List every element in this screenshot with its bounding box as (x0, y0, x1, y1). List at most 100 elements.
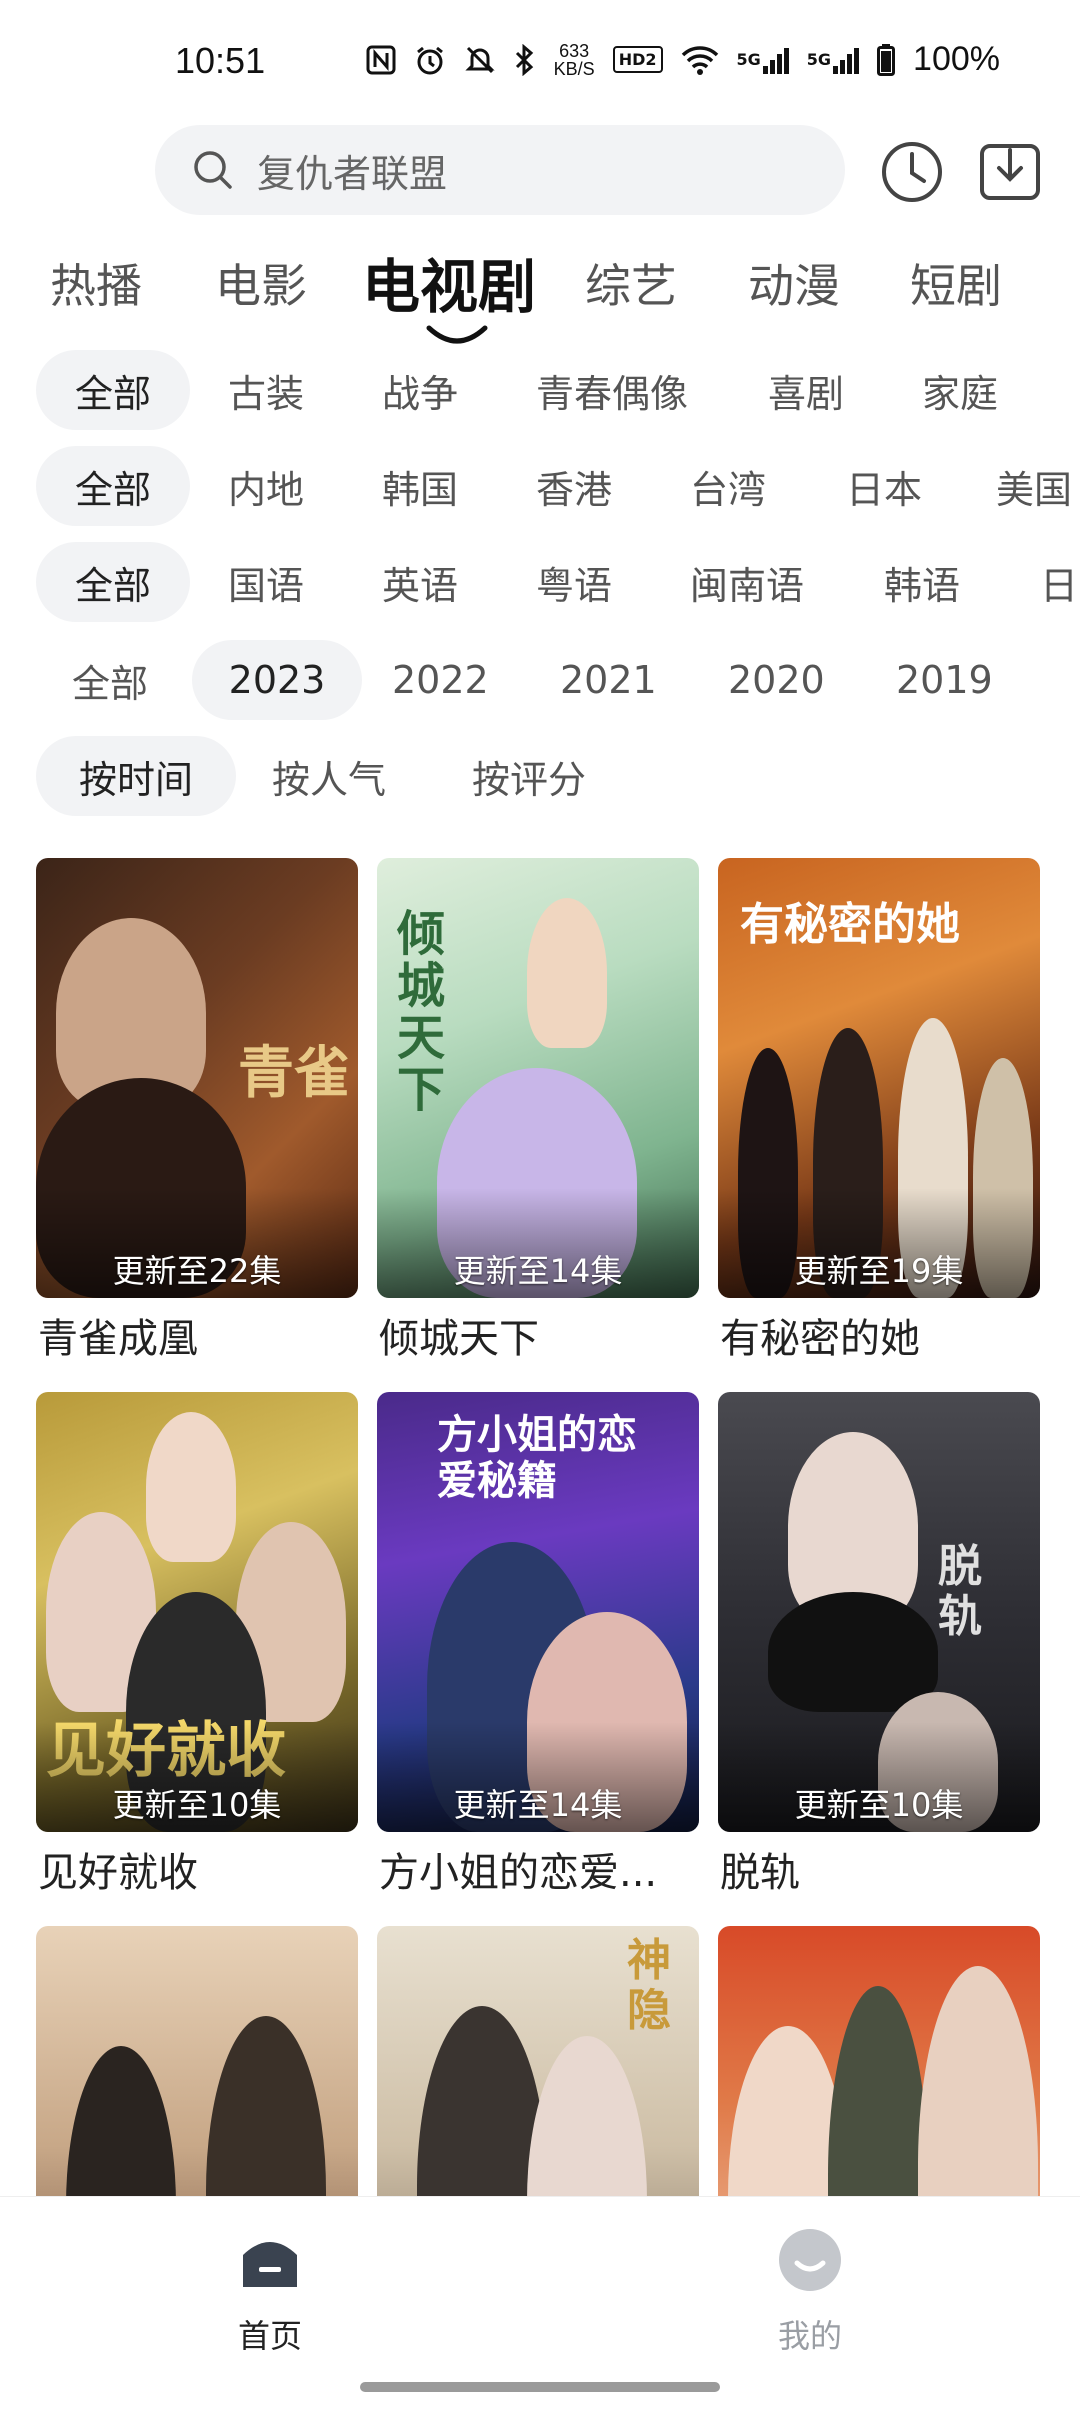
episode-badge: 更新至19集 (794, 1252, 964, 1290)
chip-region[interactable]: 韩国 (382, 446, 458, 526)
poster-figure (146, 1412, 236, 1562)
net-speed-unit: KB/S (553, 58, 595, 79)
tab-anime[interactable]: 动漫 (748, 250, 840, 316)
chip-year[interactable]: 2019 (896, 640, 993, 720)
poster-title-text: 方小姐的恋爱秘籍 (437, 1411, 637, 1504)
card-title: 脱轨 (720, 1850, 800, 1896)
history-icon[interactable] (880, 140, 944, 204)
bluetooth-icon (514, 43, 536, 76)
chip-sort-selected[interactable]: 按时间 (36, 736, 236, 816)
poster-title-text: 青雀 (238, 1040, 350, 1106)
chip-year[interactable]: 全部 (72, 640, 148, 720)
nav-profile[interactable]: 我的 (710, 2227, 910, 2357)
poster-figure (527, 898, 607, 1048)
episode-badge: 更新至10集 (794, 1786, 964, 1824)
nav-home-label: 首页 (237, 2317, 302, 2355)
gesture-home-indicator[interactable] (360, 2382, 720, 2392)
cell-signal-1-icon: 5G (737, 46, 789, 74)
status-bar: 10:51 633 KB/S HD2 5G 5G 100% (0, 0, 1080, 120)
card-title: 方小姐的恋爱... (379, 1850, 658, 1896)
tab-hot[interactable]: 热播 (50, 250, 142, 316)
card-title: 青雀成凰 (38, 1316, 198, 1362)
chip-region[interactable]: 内地 (228, 446, 304, 526)
poster-figure (768, 1592, 938, 1712)
status-icons: 633 KB/S HD2 5G 5G 100% (366, 40, 1000, 79)
tab-variety[interactable]: 综艺 (585, 250, 677, 316)
nav-home[interactable]: 首页 (170, 2227, 370, 2357)
poster-image: 青雀 更新至22集 (36, 858, 358, 1298)
net-speed: 633 KB/S (554, 42, 595, 78)
wifi-icon (681, 45, 719, 75)
chip-year[interactable]: 2022 (392, 640, 489, 720)
chip-sort[interactable]: 按评分 (472, 736, 586, 816)
bottom-navigation: 首页 我的 (0, 2196, 1080, 2413)
poster-image: 见好就收 更新至10集 (36, 1392, 358, 1832)
active-tab-indicator (426, 325, 488, 344)
chip-genre[interactable]: 喜剧 (768, 350, 844, 430)
chip-genre[interactable]: 古装 (228, 350, 304, 430)
tab-short-drama[interactable]: 短剧 (910, 250, 1002, 316)
episode-badge: 更新至14集 (453, 1786, 623, 1824)
poster-image: 方小姐的恋爱秘籍 更新至14集 (377, 1392, 699, 1832)
alarm-icon (414, 44, 446, 76)
chip-language[interactable]: 国语 (228, 542, 304, 622)
episode-badge: 更新至14集 (453, 1252, 623, 1290)
chip-year[interactable]: 2021 (560, 640, 657, 720)
search-bar[interactable]: 复仇者联盟 (155, 125, 845, 215)
chip-genre[interactable]: 家庭 (922, 350, 998, 430)
filter-row-genre: 全部 古装 战争 青春偶像 喜剧 家庭 (0, 350, 1080, 430)
card-title: 有秘密的她 (720, 1316, 920, 1362)
chip-genre[interactable]: 青春偶像 (536, 350, 688, 430)
search-input[interactable]: 复仇者联盟 (257, 143, 447, 198)
mute-icon (464, 44, 496, 76)
chip-year[interactable]: 2020 (728, 640, 825, 720)
chip-language[interactable]: 粤语 (536, 542, 612, 622)
chip-genre-all[interactable]: 全部 (36, 350, 190, 430)
poster-title-text: 脱轨 (938, 1541, 982, 1642)
chip-region-all[interactable]: 全部 (36, 446, 190, 526)
filter-row-year: 全部 2023 2022 2021 2020 2019 (0, 640, 1080, 720)
tab-tv-series[interactable]: 电视剧 (362, 240, 536, 324)
tab-movie[interactable]: 电影 (215, 250, 307, 316)
card-title: 见好就收 (38, 1850, 198, 1896)
category-tabs: 热播 电影 电视剧 综艺 动漫 短剧 (0, 240, 1080, 350)
filter-row-region: 全部 内地 韩国 香港 台湾 日本 美国 (0, 446, 1080, 526)
filter-row-sort: 按时间 按人气 按评分 (0, 736, 1080, 816)
chip-region[interactable]: 美国 (996, 446, 1072, 526)
home-icon (243, 2242, 297, 2287)
hd-voice-badge: HD2 (612, 46, 663, 73)
poster-image: 倾城天下 更新至14集 (377, 858, 699, 1298)
chip-region[interactable]: 香港 (536, 446, 612, 526)
poster-title-text: 神隐 (627, 1935, 671, 2036)
battery-percent: 100% (913, 40, 1000, 78)
chip-sort[interactable]: 按人气 (272, 736, 386, 816)
signal2-label: 5G (806, 50, 832, 69)
chip-language[interactable]: 韩语 (884, 542, 960, 622)
chip-genre[interactable]: 战争 (382, 350, 458, 430)
poster-title-text: 有秘密的她 (740, 899, 960, 950)
download-icon[interactable] (978, 140, 1042, 204)
episode-badge: 更新至10集 (112, 1786, 282, 1824)
chip-language[interactable]: 闽南语 (690, 542, 804, 622)
poster-title-text: 倾城天下 (397, 906, 446, 1118)
nav-profile-label: 我的 (777, 2317, 842, 2355)
chip-language[interactable]: 日 (1040, 542, 1078, 622)
battery-icon (877, 43, 896, 76)
net-speed-value: 633 (559, 40, 590, 61)
chip-region[interactable]: 日本 (846, 446, 922, 526)
poster-image: 有秘密的她 更新至19集 (718, 858, 1040, 1298)
episode-badge: 更新至22集 (112, 1252, 282, 1290)
chip-year-selected[interactable]: 2023 (192, 640, 362, 720)
chip-region[interactable]: 台湾 (690, 446, 766, 526)
card-title: 倾城天下 (379, 1316, 539, 1362)
status-time: 10:51 (175, 40, 266, 81)
nfc-icon (366, 45, 396, 75)
chip-language[interactable]: 英语 (382, 542, 458, 622)
cell-signal-2-icon: 5G (806, 46, 860, 74)
profile-icon (779, 2229, 841, 2291)
filter-row-language: 全部 国语 英语 粤语 闽南语 韩语 日 (0, 542, 1080, 622)
chip-language-all[interactable]: 全部 (36, 542, 190, 622)
signal1-label: 5G (736, 50, 761, 69)
poster-image: 脱轨 更新至10集 (718, 1392, 1040, 1832)
search-icon (194, 151, 232, 189)
